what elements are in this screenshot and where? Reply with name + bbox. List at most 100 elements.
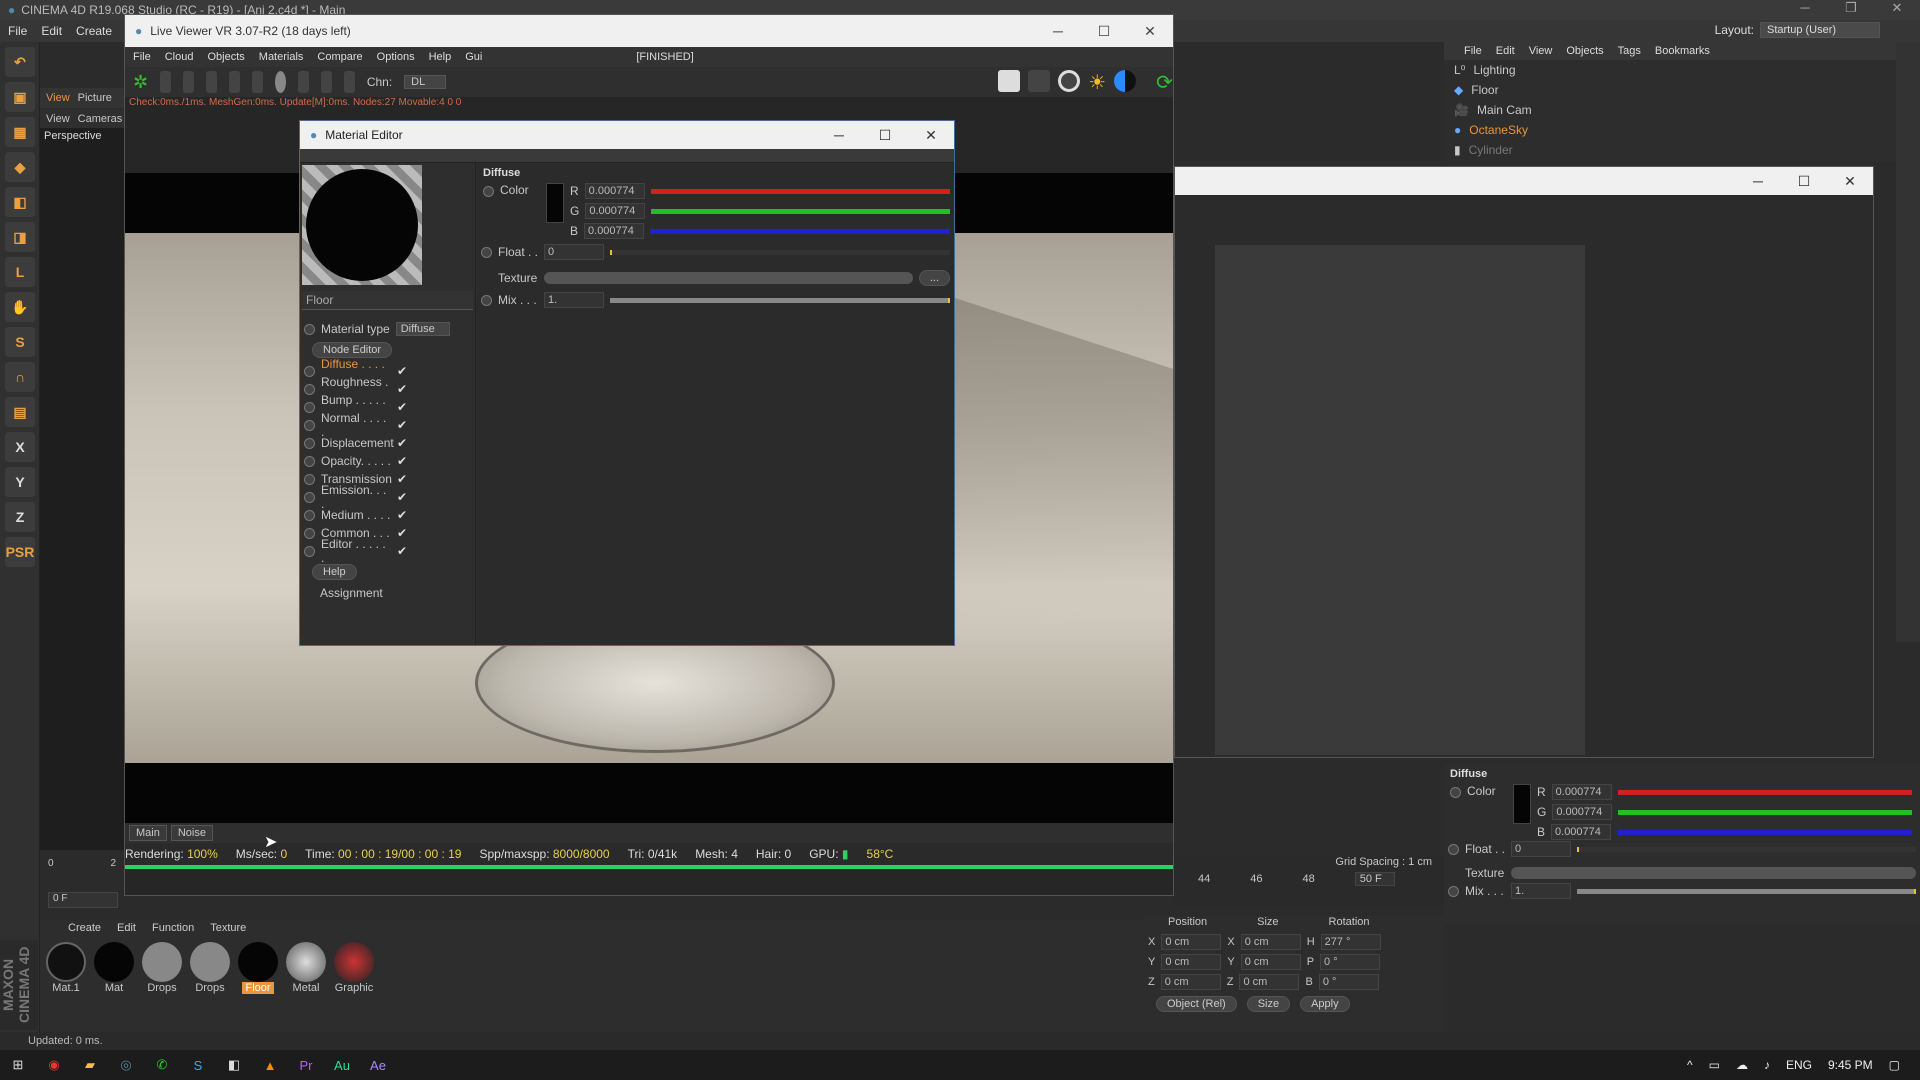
axis-icon[interactable]: L [5, 257, 35, 287]
texture-slot[interactable] [544, 272, 913, 284]
minimize-button[interactable]: ─ [816, 121, 862, 149]
radio-icon[interactable] [304, 365, 315, 377]
lv-menu-objects[interactable]: Objects [207, 51, 244, 63]
clock[interactable]: 9:45 PM [1828, 1058, 1873, 1072]
radio-icon[interactable] [304, 419, 315, 431]
material-name[interactable]: Floor [302, 291, 473, 310]
coord-mode-select[interactable]: Object (Rel) [1156, 996, 1237, 1012]
size-y-field[interactable]: 0 cm [1240, 954, 1301, 970]
material-item[interactable]: Mat.1 [44, 942, 88, 994]
check-icon[interactable]: ✔ [397, 400, 407, 414]
cube-icon[interactable]: ▣ [5, 82, 35, 112]
chn-select[interactable]: DL [404, 75, 447, 89]
om-menu-objects[interactable]: Objects [1566, 45, 1603, 57]
vlc-icon[interactable]: ▲ [252, 1050, 288, 1080]
send-scene-icon[interactable]: ✲ [133, 72, 148, 93]
timeline[interactable]: Grid Spacing : 1 cm 44 46 48 50 F [1174, 856, 1444, 906]
attr-g-field[interactable]: 0.000774 [1552, 804, 1613, 820]
radio-icon[interactable] [1448, 885, 1459, 897]
radio-icon[interactable] [1450, 787, 1461, 798]
attr-mix-slider[interactable] [1577, 888, 1916, 894]
texture-more-button[interactable]: ... [918, 270, 950, 286]
channel-opacity[interactable]: Opacity. . . . . [321, 454, 391, 468]
focus-pick-icon[interactable] [343, 71, 355, 93]
maximize-button[interactable]: ☐ [862, 121, 908, 149]
check-icon[interactable]: ✔ [397, 544, 407, 558]
premiere-icon[interactable]: Pr [288, 1050, 324, 1080]
radio-icon[interactable] [483, 186, 494, 197]
maximize-button[interactable]: ☐ [1781, 167, 1827, 195]
check-icon[interactable]: ✔ [397, 472, 407, 486]
help-button[interactable]: Help [312, 564, 357, 580]
y-axis-icon[interactable]: Y [5, 467, 35, 497]
check-icon[interactable]: ✔ [397, 526, 407, 540]
folder-icon[interactable]: ▰ [72, 1050, 108, 1080]
channel-medium[interactable]: Medium . . . . [321, 508, 391, 522]
radio-icon[interactable] [304, 473, 315, 485]
box-icon[interactable]: ◧ [5, 187, 35, 217]
viewport-menu-cameras[interactable]: Cameras [78, 113, 123, 125]
minimize-button[interactable]: ─ [1735, 167, 1781, 195]
lv-menu-options[interactable]: Options [377, 51, 415, 63]
restore-button[interactable]: ❐ [1828, 0, 1874, 16]
cloud-icon[interactable]: ☁ [1736, 1058, 1748, 1072]
attr-texture-slot[interactable] [1511, 867, 1916, 879]
grid-lock-icon[interactable]: ▤ [5, 397, 35, 427]
assignment-link[interactable]: Assignment [300, 584, 475, 602]
whatsapp-icon[interactable]: ✆ [144, 1050, 180, 1080]
chrome-icon[interactable]: ◉ [36, 1050, 72, 1080]
snap-icon[interactable]: S [5, 327, 35, 357]
settings-icon[interactable] [229, 71, 240, 93]
radio-icon[interactable] [304, 323, 315, 335]
attr-g-slider[interactable] [1618, 809, 1912, 815]
check-icon[interactable]: ✔ [397, 382, 407, 396]
end-frame-field[interactable]: 50 F [1354, 872, 1395, 886]
close-button[interactable]: ✕ [1127, 15, 1173, 47]
mix-slider[interactable] [610, 297, 950, 303]
tray-up-icon[interactable]: ^ [1687, 1058, 1693, 1072]
hand-icon[interactable]: ✋ [5, 292, 35, 322]
r-slider[interactable] [650, 188, 950, 194]
maximize-button[interactable]: ☐ [1081, 15, 1127, 47]
attr-float-slider[interactable] [1577, 846, 1916, 852]
object-row[interactable]: L⁰ Lighting [1444, 60, 1920, 80]
pause-icon[interactable] [183, 71, 195, 93]
pos-z-field[interactable]: 0 cm [1160, 974, 1221, 990]
material-item[interactable]: Mat [92, 942, 136, 994]
lv-menu-compare[interactable]: Compare [317, 51, 362, 63]
material-type-select[interactable]: Diffuse [395, 322, 450, 336]
menu-edit[interactable]: Edit [41, 24, 62, 38]
b-field[interactable]: 0.000774 [584, 223, 645, 239]
mm-menu-create[interactable]: Create [68, 922, 101, 934]
channel-displacement[interactable]: Displacement [321, 436, 394, 450]
object-row[interactable]: 🎥 Main Cam [1444, 100, 1920, 120]
z-axis-icon[interactable]: Z [5, 502, 35, 532]
node-editor-button[interactable]: Node Editor [312, 342, 393, 358]
object-row[interactable]: ◆ Floor [1444, 80, 1920, 100]
lock-icon[interactable] [251, 71, 263, 93]
mm-menu-function[interactable]: Function [152, 922, 194, 934]
material-item[interactable]: Drops [140, 942, 184, 994]
tab-noise[interactable]: Noise [170, 825, 213, 841]
stop-icon[interactable] [206, 71, 217, 93]
material-item[interactable]: Metal [284, 942, 328, 994]
menu-create[interactable]: Create [76, 24, 112, 38]
lv-menu-cloud[interactable]: Cloud [165, 51, 194, 63]
audition-icon[interactable]: Au [324, 1050, 360, 1080]
start-frame-field[interactable]: 0 F [48, 892, 118, 908]
om-menu-bookmarks[interactable]: Bookmarks [1655, 45, 1710, 57]
radio-icon[interactable] [304, 437, 315, 449]
check-icon[interactable]: ✔ [397, 508, 407, 522]
radio-icon[interactable] [304, 545, 315, 557]
size-x-field[interactable]: 0 cm [1240, 934, 1301, 950]
after-effects-icon[interactable]: Ae [360, 1050, 396, 1080]
material-item[interactable]: Drops [188, 942, 232, 994]
object-row[interactable]: ● OctaneSky [1444, 120, 1920, 140]
radio-icon[interactable] [1448, 843, 1459, 855]
pick-icon[interactable] [320, 71, 332, 93]
check-icon[interactable]: ✔ [397, 364, 407, 378]
viewport-menu-view[interactable]: View [46, 113, 70, 125]
minimize-button[interactable]: ─ [1035, 15, 1081, 47]
channel-emission[interactable]: Emission. . . . [321, 483, 391, 511]
float-field[interactable]: 0 [544, 244, 604, 260]
